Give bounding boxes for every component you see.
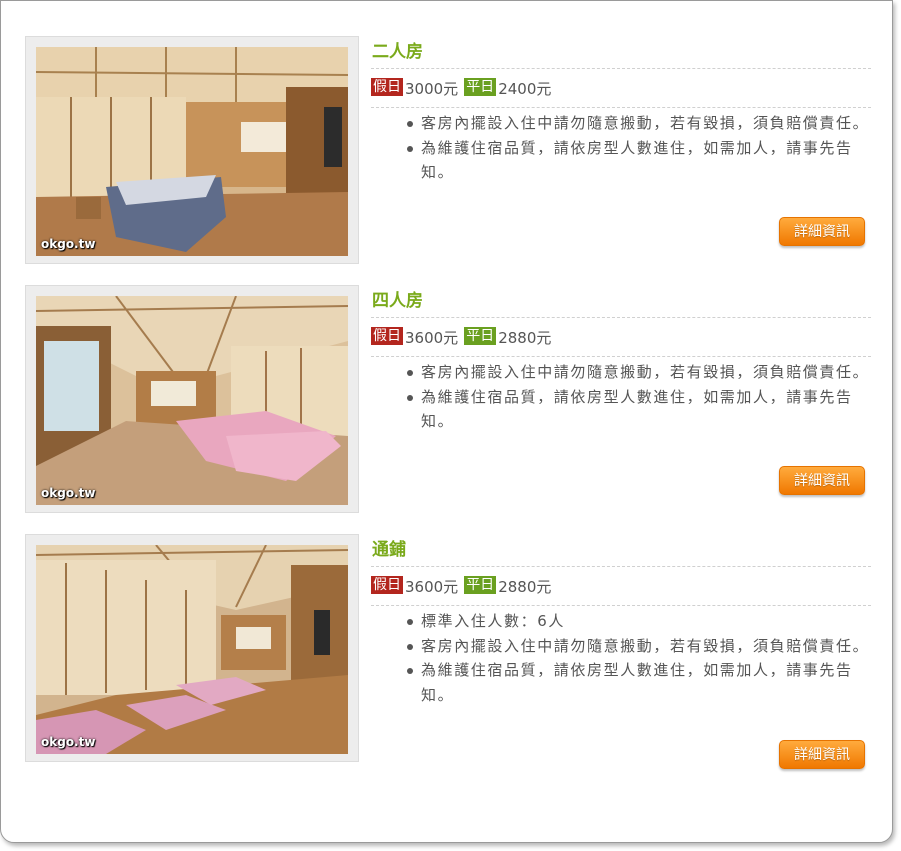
holiday-tag: 假日 — [371, 78, 403, 96]
room-card-double: okgo.tw 二人房 假日 3000元 平日 2400元 客房內擺設入住中請勿隨意搬… — [25, 36, 871, 268]
room-title: 二人房 — [371, 36, 871, 69]
room-title: 四人房 — [371, 285, 871, 318]
note-item: 客房內擺設入住中請勿隨意搬動，若有毀損，須負賠償責任。 — [407, 634, 871, 659]
holiday-price: 3600元 — [405, 577, 459, 596]
room-photo[interactable]: okgo.tw — [36, 545, 348, 754]
room-photo[interactable]: okgo.tw — [36, 296, 348, 505]
detail-info-button[interactable]: 詳細資訊 — [779, 740, 865, 769]
price-row: 假日 3000元 平日 2400元 — [371, 69, 871, 108]
detail-info-button[interactable]: 詳細資訊 — [779, 466, 865, 495]
note-item: 客房內擺設入住中請勿隨意搬動，若有毀損，須負賠償責任。 — [407, 360, 871, 385]
price-row: 假日 3600元 平日 2880元 — [371, 567, 871, 606]
room-card-quad: okgo.tw 四人房 假日 3600元 平日 2880元 客房內擺設入住中請勿隨意搬… — [25, 285, 871, 517]
detail-info-button[interactable]: 詳細資訊 — [779, 217, 865, 246]
note-item: 客房內擺設入住中請勿隨意搬動，若有毀損，須負賠償責任。 — [407, 111, 871, 136]
weekday-tag: 平日 — [464, 78, 497, 96]
room-notes: 標準入住人數：6人 客房內擺設入住中請勿隨意搬動，若有毀損，須負賠償責任。 為維… — [371, 609, 871, 707]
watermark-text: okgo.tw — [41, 486, 96, 500]
room-notes: 客房內擺設入住中請勿隨意搬動，若有毀損，須負賠償責任。 為維護住宿品質，請依房型… — [371, 360, 871, 434]
holiday-tag: 假日 — [371, 576, 403, 594]
room-photo-frame: okgo.tw — [25, 285, 359, 513]
room-photo[interactable]: okgo.tw — [36, 47, 348, 256]
weekday-price: 2880元 — [498, 328, 552, 347]
note-item: 為維護住宿品質，請依房型人數進住，如需加人，請事先告知。 — [407, 658, 871, 707]
room-list-panel: okgo.tw 二人房 假日 3000元 平日 2400元 客房內擺設入住中請勿隨意搬… — [0, 0, 893, 843]
room-card-dorm: okgo.tw 通鋪 假日 3600元 平日 2880元 標準入住人數：6人 客房內擺… — [25, 534, 871, 769]
weekday-tag: 平日 — [464, 576, 497, 594]
watermark-text: okgo.tw — [41, 735, 96, 749]
room-notes: 客房內擺設入住中請勿隨意搬動，若有毀損，須負賠償責任。 為維護住宿品質，請依房型… — [371, 111, 871, 185]
holiday-price: 3600元 — [405, 328, 459, 347]
room-info: 四人房 假日 3600元 平日 2880元 客房內擺設入住中請勿隨意搬動，若有毀損，須… — [371, 285, 871, 434]
room-photo-frame: okgo.tw — [25, 534, 359, 762]
room-photo-frame: okgo.tw — [25, 36, 359, 264]
note-item: 為維護住宿品質，請依房型人數進住，如需加人，請事先告知。 — [407, 385, 871, 434]
room-info: 二人房 假日 3000元 平日 2400元 客房內擺設入住中請勿隨意搬動，若有毀損，須… — [371, 36, 871, 185]
weekday-price: 2880元 — [498, 577, 552, 596]
note-item: 標準入住人數：6人 — [407, 609, 871, 634]
room-title: 通鋪 — [371, 534, 871, 567]
weekday-tag: 平日 — [464, 327, 497, 345]
watermark-text: okgo.tw — [41, 237, 96, 251]
price-row: 假日 3600元 平日 2880元 — [371, 318, 871, 357]
note-item: 為維護住宿品質，請依房型人數進住，如需加人，請事先告知。 — [407, 136, 871, 185]
room-info: 通鋪 假日 3600元 平日 2880元 標準入住人數：6人 客房內擺設入住中請勿隨意… — [371, 534, 871, 707]
holiday-price: 3000元 — [405, 79, 459, 98]
weekday-price: 2400元 — [498, 79, 552, 98]
holiday-tag: 假日 — [371, 327, 403, 345]
